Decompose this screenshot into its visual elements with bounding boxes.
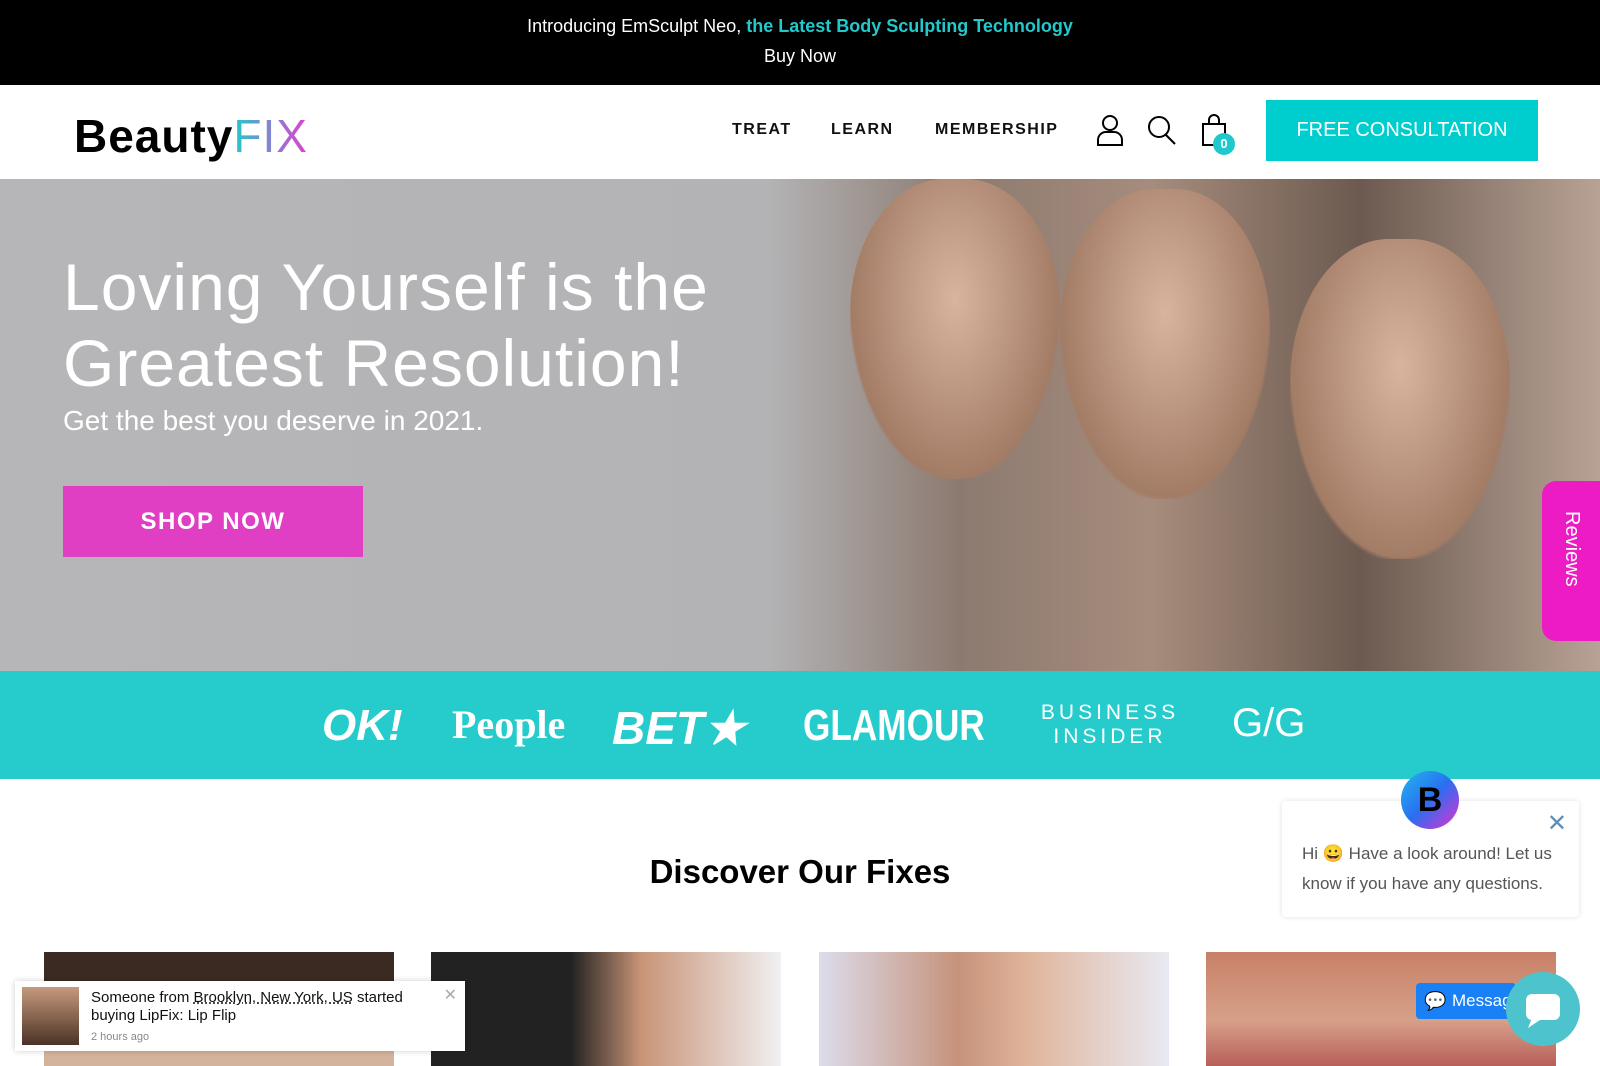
product-thumbnail [22, 987, 79, 1045]
announcement-bar: Introducing EmSculpt Neo, the Latest Bod… [0, 0, 1600, 85]
hero-image [850, 179, 1060, 479]
reviews-tab[interactable]: Reviews [1542, 481, 1600, 641]
announcement-text: Introducing EmSculpt Neo, [527, 16, 747, 36]
press-logo-business-insider: BUSINESS INSIDER [1040, 701, 1180, 748]
hero-title: Loving Yourself is the Greatest Resolutio… [63, 250, 709, 400]
header: BeautyFIX TREAT LEARN MEMBERSHIP 0 FREE … [0, 85, 1600, 179]
cart-count-badge: 0 [1213, 133, 1235, 155]
chat-message: Hi 😀 Have a look around! Let us know if … [1302, 844, 1552, 893]
notification-time: 2 hours ago [91, 1031, 150, 1043]
chat-bubble-icon [1526, 994, 1560, 1028]
press-logo-bet: BET★ [612, 702, 746, 754]
press-logo-glamour: GLAMOUR [803, 701, 985, 750]
chat-avatar: B [1401, 771, 1459, 829]
press-logo-gg: G/G [1232, 701, 1306, 745]
account-icon[interactable] [1094, 113, 1126, 147]
close-icon[interactable]: ✕ [1547, 809, 1567, 839]
fix-card-stomach[interactable] [819, 952, 1169, 1066]
purchase-notification[interactable]: Someone from Brooklyn, New York, US star… [15, 981, 465, 1051]
logo[interactable]: BeautyFIX [74, 109, 308, 163]
close-icon[interactable]: ✕ [444, 985, 457, 1005]
press-logo-people: People [452, 702, 566, 747]
chat-launcher-button[interactable] [1506, 972, 1580, 1046]
nav-membership[interactable]: MEMBERSHIP [935, 121, 1058, 139]
hero-image-2 [1060, 189, 1270, 499]
free-consultation-button[interactable]: FREE CONSULTATION [1266, 100, 1538, 161]
hero-image-3 [1290, 239, 1510, 559]
reviews-label: Reviews [1561, 511, 1583, 587]
notification-text: Someone from Brooklyn, New York, US star… [91, 989, 403, 1024]
nav-treat[interactable]: TREAT [732, 121, 792, 139]
nav-learn[interactable]: LEARN [831, 121, 894, 139]
messenger-button[interactable]: 💬 Messag [1416, 983, 1516, 1019]
press-logo-ok: OK! [322, 701, 403, 750]
announcement-highlight[interactable]: the Latest Body Sculpting Technology [746, 16, 1073, 36]
hero-banner: Loving Yourself is the Greatest Resolutio… [0, 179, 1600, 671]
press-logos: OK! People BET★ GLAMOUR BUSINESS INSIDER… [0, 671, 1600, 779]
search-icon[interactable] [1146, 113, 1178, 147]
hero-subtitle: Get the best you deserve in 2021. [63, 405, 484, 436]
shop-now-button[interactable]: SHOP NOW [63, 486, 363, 557]
buy-now-link[interactable]: Buy Now [0, 46, 1600, 67]
fix-card-body[interactable] [431, 952, 781, 1066]
messenger-icon: 💬 [1424, 991, 1447, 1011]
